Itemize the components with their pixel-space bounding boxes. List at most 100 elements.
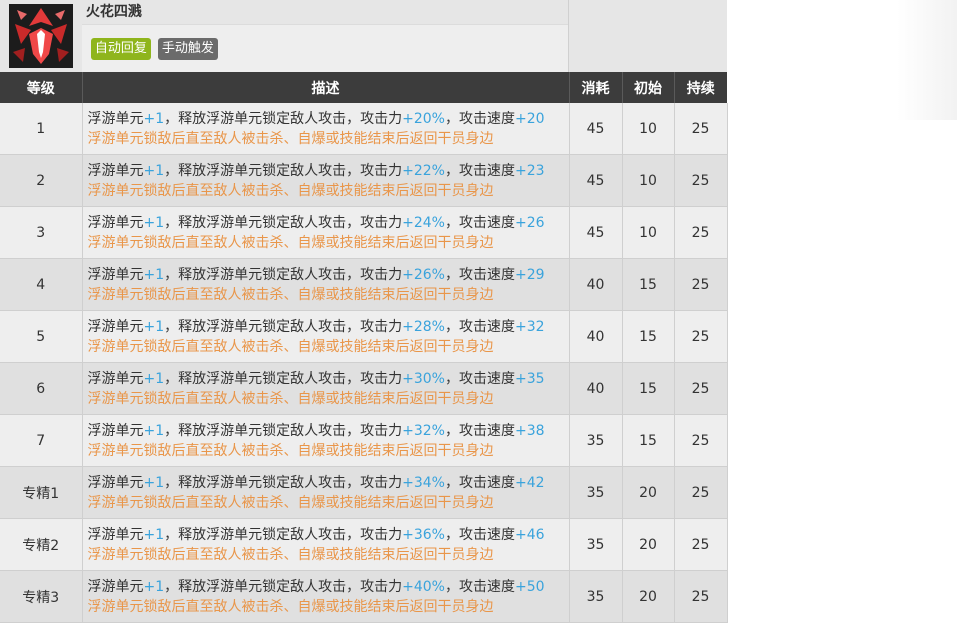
initial-cell: 20 <box>622 570 675 623</box>
column-header-level: 等级 <box>0 72 83 103</box>
description-line-1: 浮游单元+1，释放浮游单元锁定敌人攻击，攻击力+36%，攻击速度+46 <box>88 525 569 545</box>
description-cell: 浮游单元+1，释放浮游单元锁定敌人攻击，攻击力+24%，攻击速度+26 浮游单元锁… <box>82 206 570 259</box>
description-cell: 浮游单元+1，释放浮游单元锁定敌人攻击，攻击力+26%，攻击速度+29 浮游单元锁… <box>82 258 570 311</box>
desc-text: ，释放浮游单元锁定敌人攻击，攻击力 <box>164 266 403 283</box>
description-line-1: 浮游单元+1，释放浮游单元锁定敌人攻击，攻击力+30%，攻击速度+35 <box>88 369 569 389</box>
skill-level-table: 等级 描述 消耗 初始 持续 1 浮游单元+1，释放浮游单元锁定敌人攻击，攻击力+… <box>0 72 728 623</box>
desc-text: 浮游单元 <box>87 474 144 491</box>
column-header-description: 描述 <box>82 72 570 103</box>
duration-cell: 25 <box>674 518 728 571</box>
desc-text: ，释放浮游单元锁定敌人攻击，攻击力 <box>164 422 403 439</box>
desc-text: ，释放浮游单元锁定敌人攻击，攻击力 <box>164 318 403 335</box>
level-cell: 7 <box>0 414 83 467</box>
desc-text: 浮游单元 <box>87 266 144 283</box>
cost-cell: 35 <box>569 518 623 571</box>
description-line-2: 浮游单元锁敌后直至敌人被击杀、自爆或技能结束后返回干员身边 <box>87 390 494 407</box>
table-header-row: 等级 描述 消耗 初始 持续 <box>0 72 727 103</box>
cost-cell: 40 <box>569 310 623 363</box>
description-line-1: 浮游单元+1，释放浮游单元锁定敌人攻击，攻击力+24%，攻击速度+26 <box>88 213 569 233</box>
table-row: 7 浮游单元+1，释放浮游单元锁定敌人攻击，攻击力+32%，攻击速度+38 浮游单元… <box>0 414 728 467</box>
desc-text: ，释放浮游单元锁定敌人攻击，攻击力 <box>164 474 403 491</box>
description-cell: 浮游单元+1，释放浮游单元锁定敌人攻击，攻击力+34%，攻击速度+42 浮游单元锁… <box>82 466 570 519</box>
description-line-2: 浮游单元锁敌后直至敌人被击杀、自爆或技能结束后返回干员身边 <box>87 338 494 355</box>
drone-count-value: +1 <box>143 578 165 595</box>
duration-cell: 25 <box>674 466 728 519</box>
desc-text: ，释放浮游单元锁定敌人攻击，攻击力 <box>164 214 403 231</box>
level-cell: 4 <box>0 258 83 311</box>
drone-count-value: +1 <box>143 266 165 283</box>
attack-speed-value: +26 <box>515 214 545 231</box>
level-cell: 专精1 <box>0 466 83 519</box>
drone-count-value: +1 <box>143 162 165 179</box>
level-cell: 2 <box>0 154 83 207</box>
attack-speed-value: +20 <box>515 110 545 127</box>
description-line-1: 浮游单元+1，释放浮游单元锁定敌人攻击，攻击力+28%，攻击速度+32 <box>88 317 569 337</box>
attack-speed-value: +38 <box>515 422 545 439</box>
description-cell: 浮游单元+1，释放浮游单元锁定敌人攻击，攻击力+32%，攻击速度+38 浮游单元锁… <box>82 414 570 467</box>
cost-cell: 35 <box>569 570 623 623</box>
attack-speed-value: +50 <box>515 578 545 595</box>
attack-value: +30% <box>402 370 445 387</box>
desc-text: ，释放浮游单元锁定敌人攻击，攻击力 <box>164 110 403 127</box>
desc-text: ，攻击速度 <box>445 370 515 387</box>
duration-cell: 25 <box>674 258 728 311</box>
description-line-1: 浮游单元+1，释放浮游单元锁定敌人攻击，攻击力+32%，攻击速度+38 <box>88 421 569 441</box>
table-row: 2 浮游单元+1，释放浮游单元锁定敌人攻击，攻击力+22%，攻击速度+23 浮游单元… <box>0 154 728 207</box>
desc-text: ，攻击速度 <box>445 578 515 595</box>
skill-header: 火花四溅 自动回复 手动触发 <box>0 0 727 72</box>
level-cell: 专精2 <box>0 518 83 571</box>
level-cell: 3 <box>0 206 83 259</box>
desc-text: ，攻击速度 <box>445 214 515 231</box>
initial-cell: 15 <box>622 258 675 311</box>
description-cell: 浮游单元+1，释放浮游单元锁定敌人攻击，攻击力+20%，攻击速度+20 浮游单元锁… <box>82 103 570 155</box>
duration-cell: 25 <box>674 103 728 155</box>
description-cell: 浮游单元+1，释放浮游单元锁定敌人攻击，攻击力+22%，攻击速度+23 浮游单元锁… <box>82 154 570 207</box>
description-cell: 浮游单元+1，释放浮游单元锁定敌人攻击，攻击力+28%，攻击速度+32 浮游单元锁… <box>82 310 570 363</box>
attack-speed-value: +42 <box>515 474 545 491</box>
description-cell: 浮游单元+1，释放浮游单元锁定敌人攻击，攻击力+36%，攻击速度+46 浮游单元锁… <box>82 518 570 571</box>
attack-value: +32% <box>402 422 445 439</box>
description-line-2: 浮游单元锁敌后直至敌人被击杀、自爆或技能结束后返回干员身边 <box>87 182 494 199</box>
table-row: 6 浮游单元+1，释放浮游单元锁定敌人攻击，攻击力+30%，攻击速度+35 浮游单元… <box>0 362 728 415</box>
attack-speed-value: +23 <box>515 162 545 179</box>
table-row: 3 浮游单元+1，释放浮游单元锁定敌人攻击，攻击力+24%，攻击速度+26 浮游单元… <box>0 206 728 259</box>
table-row: 专精2 浮游单元+1，释放浮游单元锁定敌人攻击，攻击力+36%，攻击速度+46 浮游… <box>0 518 728 571</box>
column-header-initial: 初始 <box>622 72 675 103</box>
duration-cell: 25 <box>674 570 728 623</box>
attack-speed-value: +46 <box>515 526 545 543</box>
table-row: 5 浮游单元+1，释放浮游单元锁定敌人攻击，攻击力+28%，攻击速度+32 浮游单元… <box>0 310 728 363</box>
desc-text: ，攻击速度 <box>445 526 515 543</box>
table-row: 1 浮游单元+1，释放浮游单元锁定敌人攻击，攻击力+20%，攻击速度+20 浮游单元… <box>0 103 728 155</box>
desc-text: 浮游单元 <box>87 110 144 127</box>
cost-cell: 45 <box>569 154 623 207</box>
duration-cell: 25 <box>674 154 728 207</box>
attack-speed-value: +29 <box>515 266 545 283</box>
attack-value: +36% <box>402 526 445 543</box>
desc-text: ，释放浮游单元锁定敌人攻击，攻击力 <box>164 162 403 179</box>
desc-text: ，攻击速度 <box>445 266 515 283</box>
attack-value: +26% <box>402 266 445 283</box>
desc-text: 浮游单元 <box>87 370 144 387</box>
desc-text: 浮游单元 <box>87 526 144 543</box>
cost-cell: 45 <box>569 103 623 155</box>
attack-value: +24% <box>402 214 445 231</box>
desc-text: ，攻击速度 <box>445 162 515 179</box>
drone-count-value: +1 <box>143 370 165 387</box>
duration-cell: 25 <box>674 414 728 467</box>
drone-count-value: +1 <box>143 318 165 335</box>
tag-manual-trigger: 手动触发 <box>157 37 218 60</box>
description-line-1: 浮游单元+1，释放浮游单元锁定敌人攻击，攻击力+22%，攻击速度+23 <box>88 161 569 181</box>
desc-text: 浮游单元 <box>87 578 144 595</box>
skill-panel: 火花四溅 自动回复 手动触发 等级 描述 消耗 初始 持续 1 浮游单元+1，释放… <box>0 0 728 623</box>
skill-name: 火花四溅 <box>85 4 142 20</box>
tag-auto-recovery: 自动回复 <box>90 37 151 60</box>
table-row: 专精3 浮游单元+1，释放浮游单元锁定敌人攻击，攻击力+40%，攻击速度+50 浮游… <box>0 570 728 623</box>
duration-cell: 25 <box>674 362 728 415</box>
header-blank-cell <box>568 0 727 72</box>
skill-icon-graphic <box>8 4 73 68</box>
description-line-2: 浮游单元锁敌后直至敌人被击杀、自爆或技能结束后返回干员身边 <box>87 546 494 563</box>
cost-cell: 35 <box>569 414 623 467</box>
description-line-1: 浮游单元+1，释放浮游单元锁定敌人攻击，攻击力+40%，攻击速度+50 <box>88 577 569 597</box>
cost-cell: 45 <box>569 206 623 259</box>
description-cell: 浮游单元+1，释放浮游单元锁定敌人攻击，攻击力+40%，攻击速度+50 浮游单元锁… <box>82 570 570 623</box>
